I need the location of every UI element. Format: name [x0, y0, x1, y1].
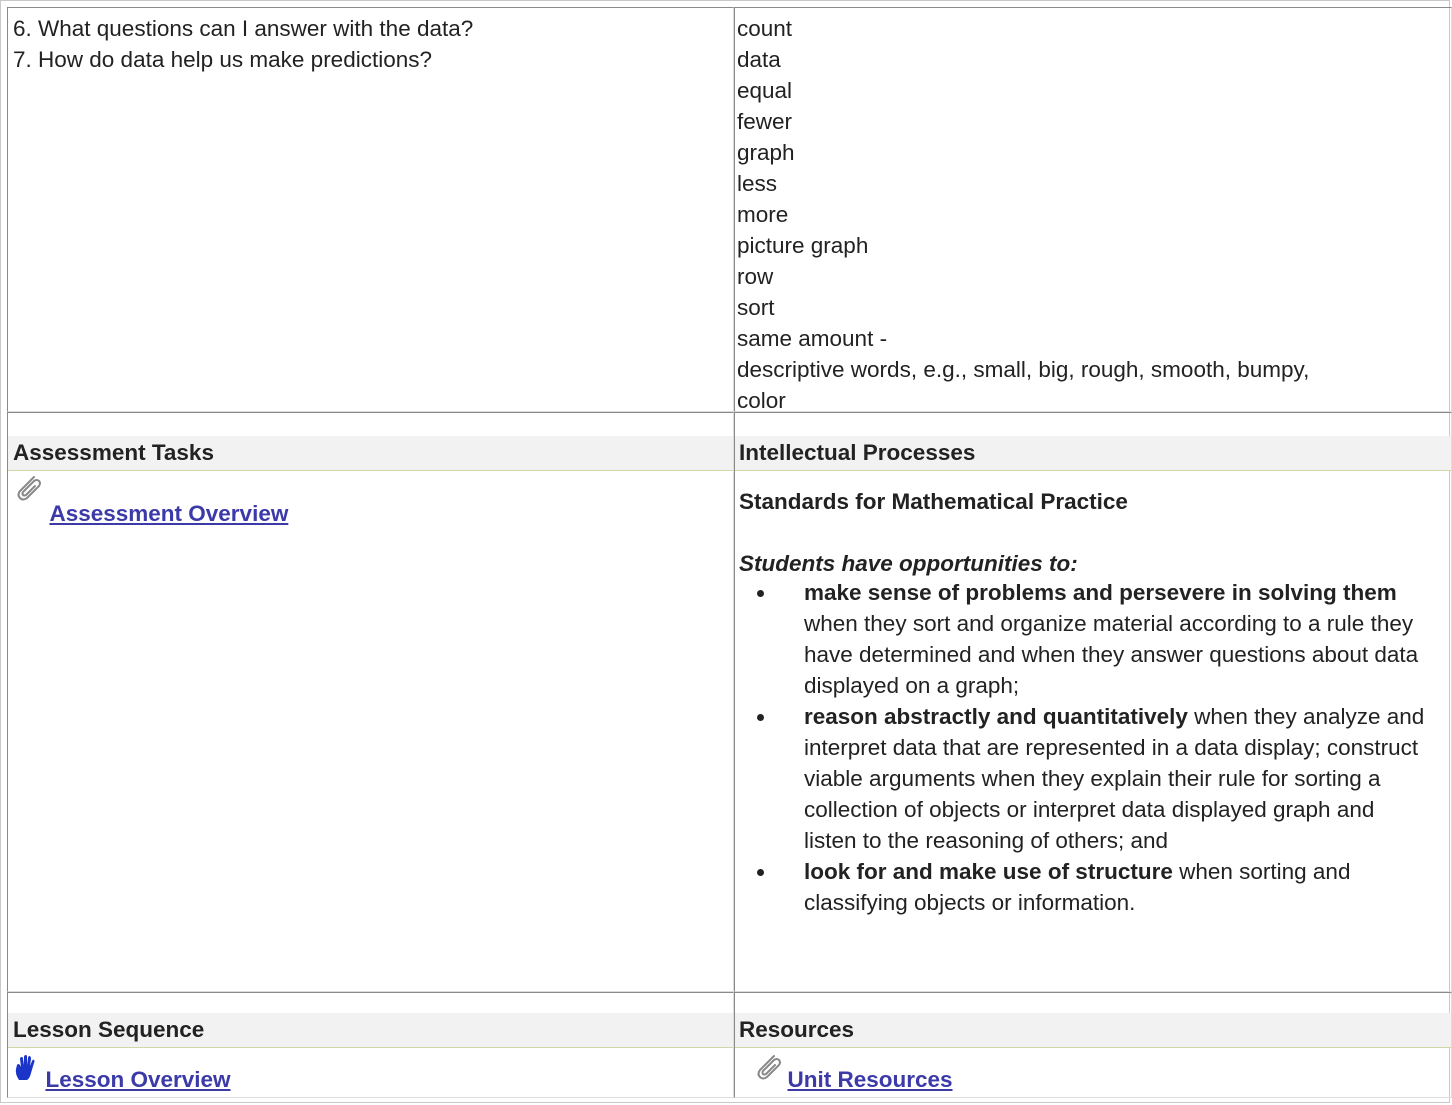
practice-item: make sense of problems and persevere in … — [740, 577, 1430, 701]
resources-heading: Resources — [735, 1013, 1451, 1047]
practice-item: reason abstractly and quantitatively whe… — [740, 701, 1430, 856]
practice-item: look for and make use of structure when … — [740, 856, 1430, 918]
intellectual-heading: Intellectual Processes — [735, 436, 1451, 470]
vocab-word: same amount - — [737, 326, 888, 351]
vocab-word: graph — [737, 140, 795, 165]
heading-rule — [8, 1047, 733, 1048]
lesson-sequence-cell: Lesson Sequence Lesson Overview — [7, 992, 734, 1098]
bullet-icon — [757, 869, 764, 876]
lesson-heading: Lesson Sequence — [8, 1013, 733, 1047]
resources-cell: Resources Unit Resources — [734, 992, 1452, 1098]
bullet-icon — [757, 714, 764, 721]
vocab-word: equal — [737, 78, 793, 103]
question-6: 6. What questions can I answer with the … — [13, 16, 474, 41]
vocabulary-list: count data equal fewer graph less more p… — [737, 13, 1452, 416]
bullet-icon — [757, 590, 764, 597]
lesson-overview-link[interactable]: Lesson Overview — [45, 1067, 230, 1092]
question-7: 7. How do data help us make predictions? — [13, 47, 432, 72]
vocab-word: sort — [737, 295, 775, 320]
vocab-word: count — [737, 16, 793, 41]
vocab-word: fewer — [737, 109, 793, 134]
heading-rule — [735, 470, 1451, 471]
vocab-word: more — [737, 202, 789, 227]
vocab-word: row — [737, 264, 774, 289]
paperclip-icon — [757, 1055, 781, 1080]
practice-bold: reason abstractly and quantitatively — [804, 704, 1188, 729]
questions-cell: 6. What questions can I answer with the … — [7, 7, 734, 412]
assessment-overview-link[interactable]: Assessment Overview — [49, 501, 288, 526]
vocab-word: less — [737, 171, 778, 196]
vocab-word: picture graph — [737, 233, 869, 258]
assessment-cell: Assessment Tasks Assessment Overview — [7, 412, 734, 992]
practice-text: when they sort and organize material acc… — [804, 611, 1419, 698]
paperclip-icon — [17, 476, 41, 501]
hand-icon — [15, 1055, 35, 1080]
standards-subheading: Standards for Mathematical Practice — [739, 489, 1128, 514]
vocab-word: descriptive words, e.g., small, big, rou… — [737, 357, 1310, 382]
practice-list: make sense of problems and persevere in … — [740, 577, 1430, 918]
practice-bold: look for and make use of structure — [804, 859, 1173, 884]
unit-resources-link[interactable]: Unit Resources — [787, 1067, 952, 1092]
heading-rule — [735, 1047, 1451, 1048]
assessment-heading: Assessment Tasks — [8, 436, 733, 470]
vocabulary-cell: count data equal fewer graph less more p… — [734, 7, 1452, 413]
practice-bold: make sense of problems and persevere in … — [804, 580, 1397, 605]
students-intro: Students have opportunities to: — [739, 551, 1078, 576]
vocab-word: data — [737, 47, 781, 72]
heading-rule — [8, 470, 733, 471]
